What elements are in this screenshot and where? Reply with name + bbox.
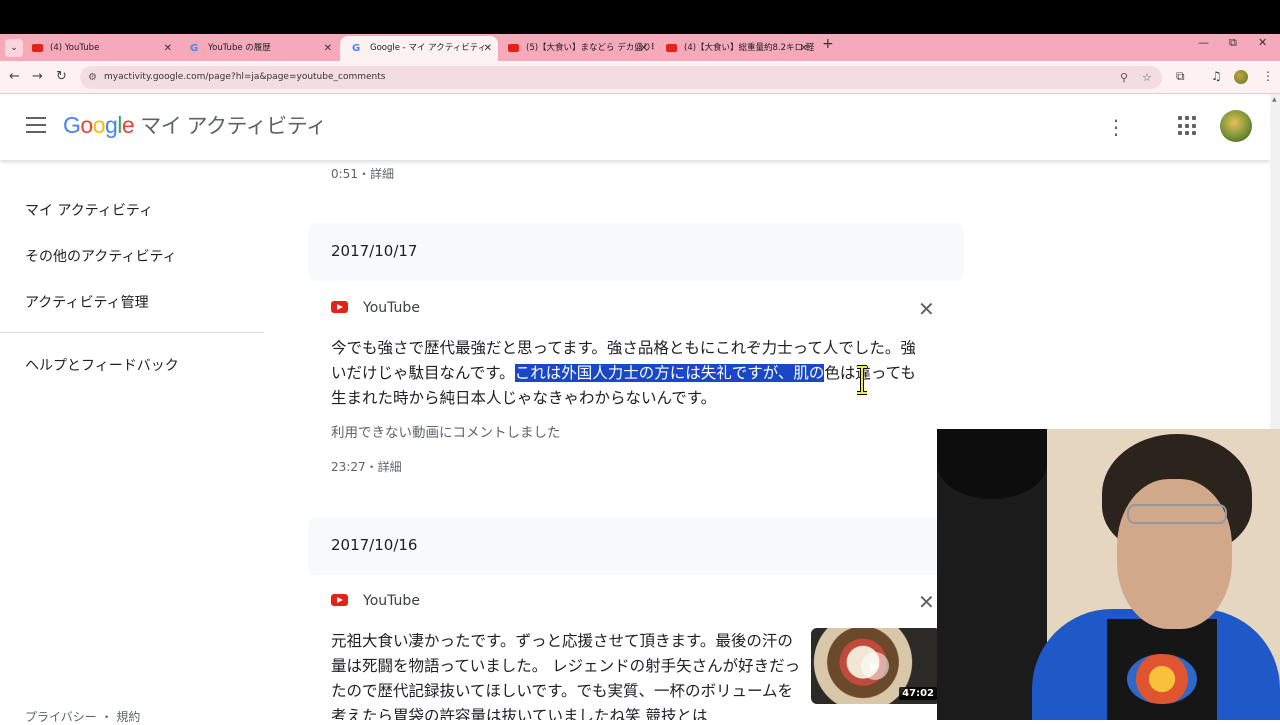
youtube-icon bbox=[331, 301, 348, 313]
date-header: 2017/10/17 bbox=[308, 223, 964, 281]
tab-video-1[interactable]: (5)【大食い】まなど⁡ら デカ盛り明 ✕ bbox=[496, 36, 654, 61]
address-bar-row: ← → ↻ ⚙ myactivity.google.com/page?hl=ja… bbox=[0, 61, 1280, 94]
tab-youtube-history[interactable]: G YouTube の履歴 ✕ bbox=[178, 36, 338, 61]
youtube-icon bbox=[331, 594, 348, 606]
tab-strip: ⌄ (4) YouTube ✕ G YouTube の履歴 ✕ G Google… bbox=[0, 34, 1280, 61]
sidebar-item-help-feedback[interactable]: ヘルプとフィードバック bbox=[25, 355, 179, 375]
comment-text[interactable]: 元祖大食い凄かったです。ずっと応援させて頂きます。最後の汗の量は死闘を物語ってい… bbox=[331, 629, 801, 720]
scroll-up-icon[interactable]: ▲ bbox=[1272, 96, 1277, 103]
webcam-overlay bbox=[937, 429, 1280, 720]
person-glasses bbox=[1127, 504, 1227, 524]
selected-text: これは外国人力士の方には失礼ですが、肌の bbox=[514, 364, 825, 382]
close-icon[interactable]: ✕ bbox=[484, 36, 492, 61]
window-close-icon[interactable]: ✕ bbox=[1258, 36, 1267, 49]
sidebar-item-my-activity[interactable]: マイ アクティビティ bbox=[25, 200, 153, 220]
youtube-icon bbox=[508, 44, 519, 52]
item-meta[interactable]: 0:51・詳細 bbox=[331, 165, 394, 182]
close-icon[interactable]: ✕ bbox=[164, 36, 172, 61]
new-tab-button[interactable]: + bbox=[822, 36, 834, 52]
lamp-shape bbox=[937, 429, 1047, 499]
tab-title: (4)【大食い】総重量約8.2キロ 軽 bbox=[684, 43, 814, 53]
more-options-icon[interactable]: ⋮ bbox=[1106, 114, 1126, 140]
account-avatar[interactable] bbox=[1220, 110, 1252, 142]
service-name: YouTube bbox=[363, 300, 420, 316]
delete-item-icon[interactable]: ✕ bbox=[918, 297, 935, 321]
extensions-icon[interactable]: ⧉ bbox=[1176, 69, 1185, 84]
google-icon: G bbox=[352, 43, 361, 54]
logo-letters: Google bbox=[63, 112, 135, 138]
url-text: myactivity.google.com/page?hl=ja&page=yo… bbox=[104, 72, 386, 82]
restore-icon[interactable]: ⧉ bbox=[1229, 36, 1237, 50]
sidebar-item-other-activity[interactable]: その他のアクティビティ bbox=[25, 246, 177, 266]
tab-my-activity[interactable]: G Google - マイ アクティビティ ✕ bbox=[340, 36, 498, 61]
tab-title: (4) YouTube bbox=[50, 43, 100, 53]
tab-video-2[interactable]: (4)【大食い】総重量約8.2キロ 軽 ✕ bbox=[654, 36, 814, 61]
date-header: 2017/10/16 bbox=[308, 517, 964, 575]
minimize-icon[interactable]: — bbox=[1198, 36, 1209, 49]
person-face bbox=[1117, 479, 1232, 629]
youtube-icon bbox=[666, 44, 677, 52]
date-label: 2017/10/17 bbox=[331, 242, 418, 260]
sidebar-divider bbox=[0, 332, 264, 333]
google-logo[interactable]: Google マイ アクティビティ bbox=[63, 110, 327, 140]
video-duration: 47:02 bbox=[899, 687, 937, 700]
tab-title: Google - マイ アクティビティ bbox=[370, 43, 487, 53]
comment-text[interactable]: 今でも強さで歴代最強だと思ってます。強さ品格ともにこれぞ力士って人でした。強いだ… bbox=[331, 336, 931, 411]
text-cursor-icon bbox=[857, 365, 867, 395]
activity-note: 利用できない動画にコメントしました bbox=[331, 425, 561, 441]
hamburger-menu-icon[interactable] bbox=[26, 117, 46, 133]
shirt-graphic bbox=[1127, 654, 1197, 704]
close-icon[interactable]: ✕ bbox=[324, 36, 332, 61]
back-icon[interactable]: ← bbox=[9, 69, 20, 84]
bookmark-star-icon[interactable]: ☆ bbox=[1142, 66, 1152, 89]
tab-youtube[interactable]: (4) YouTube ✕ bbox=[20, 36, 178, 61]
google-apps-icon[interactable] bbox=[1178, 116, 1198, 136]
activity-feed: 0:51・詳細 2017/10/17 YouTube ✕ 今でも強さで歴代最強だ… bbox=[308, 160, 964, 720]
url-field[interactable]: ⚙ myactivity.google.com/page?hl=ja&page=… bbox=[80, 66, 1162, 89]
item-meta[interactable]: 23:27・詳細 bbox=[331, 458, 402, 475]
date-label: 2017/10/16 bbox=[331, 536, 418, 554]
page-header: Google マイ アクティビティ ⋮ bbox=[0, 94, 1270, 160]
sidebar-item-activity-controls[interactable]: アクティビティ管理 bbox=[25, 292, 149, 312]
site-info-icon[interactable]: ⚙ bbox=[88, 66, 97, 89]
forward-icon[interactable]: → bbox=[32, 69, 43, 84]
browser-menu-icon[interactable]: ⋮ bbox=[1262, 69, 1274, 83]
service-label: YouTube bbox=[331, 593, 420, 613]
play-icon[interactable]: ▶ bbox=[861, 652, 889, 680]
zoom-icon[interactable]: ⚲ bbox=[1120, 66, 1128, 89]
os-top-bar bbox=[0, 0, 1280, 34]
reload-icon[interactable]: ↻ bbox=[56, 69, 67, 84]
delete-item-icon[interactable]: ✕ bbox=[918, 590, 935, 614]
close-icon[interactable]: ✕ bbox=[640, 36, 648, 61]
youtube-icon bbox=[32, 44, 43, 52]
sidebar: マイ アクティビティ その他のアクティビティ アクティビティ管理 ヘルプとフィー… bbox=[0, 160, 264, 724]
product-name: マイ アクティビティ bbox=[140, 115, 327, 138]
service-label: YouTube bbox=[331, 300, 420, 320]
close-icon[interactable]: ✕ bbox=[800, 36, 808, 61]
service-name: YouTube bbox=[363, 593, 420, 609]
sidebar-footer-links[interactable]: プライバシー ・ 規約 bbox=[25, 708, 140, 725]
video-thumbnail[interactable]: ▶ 47:02 bbox=[811, 628, 941, 704]
browser-profile-avatar[interactable] bbox=[1234, 70, 1248, 84]
media-control-icon[interactable]: ♫ bbox=[1211, 69, 1222, 83]
google-icon: G bbox=[190, 43, 199, 54]
tab-title: YouTube の履歴 bbox=[208, 43, 271, 53]
tab-title: (5)【大食い】まなど⁡ら デカ盛り明 bbox=[526, 43, 654, 53]
